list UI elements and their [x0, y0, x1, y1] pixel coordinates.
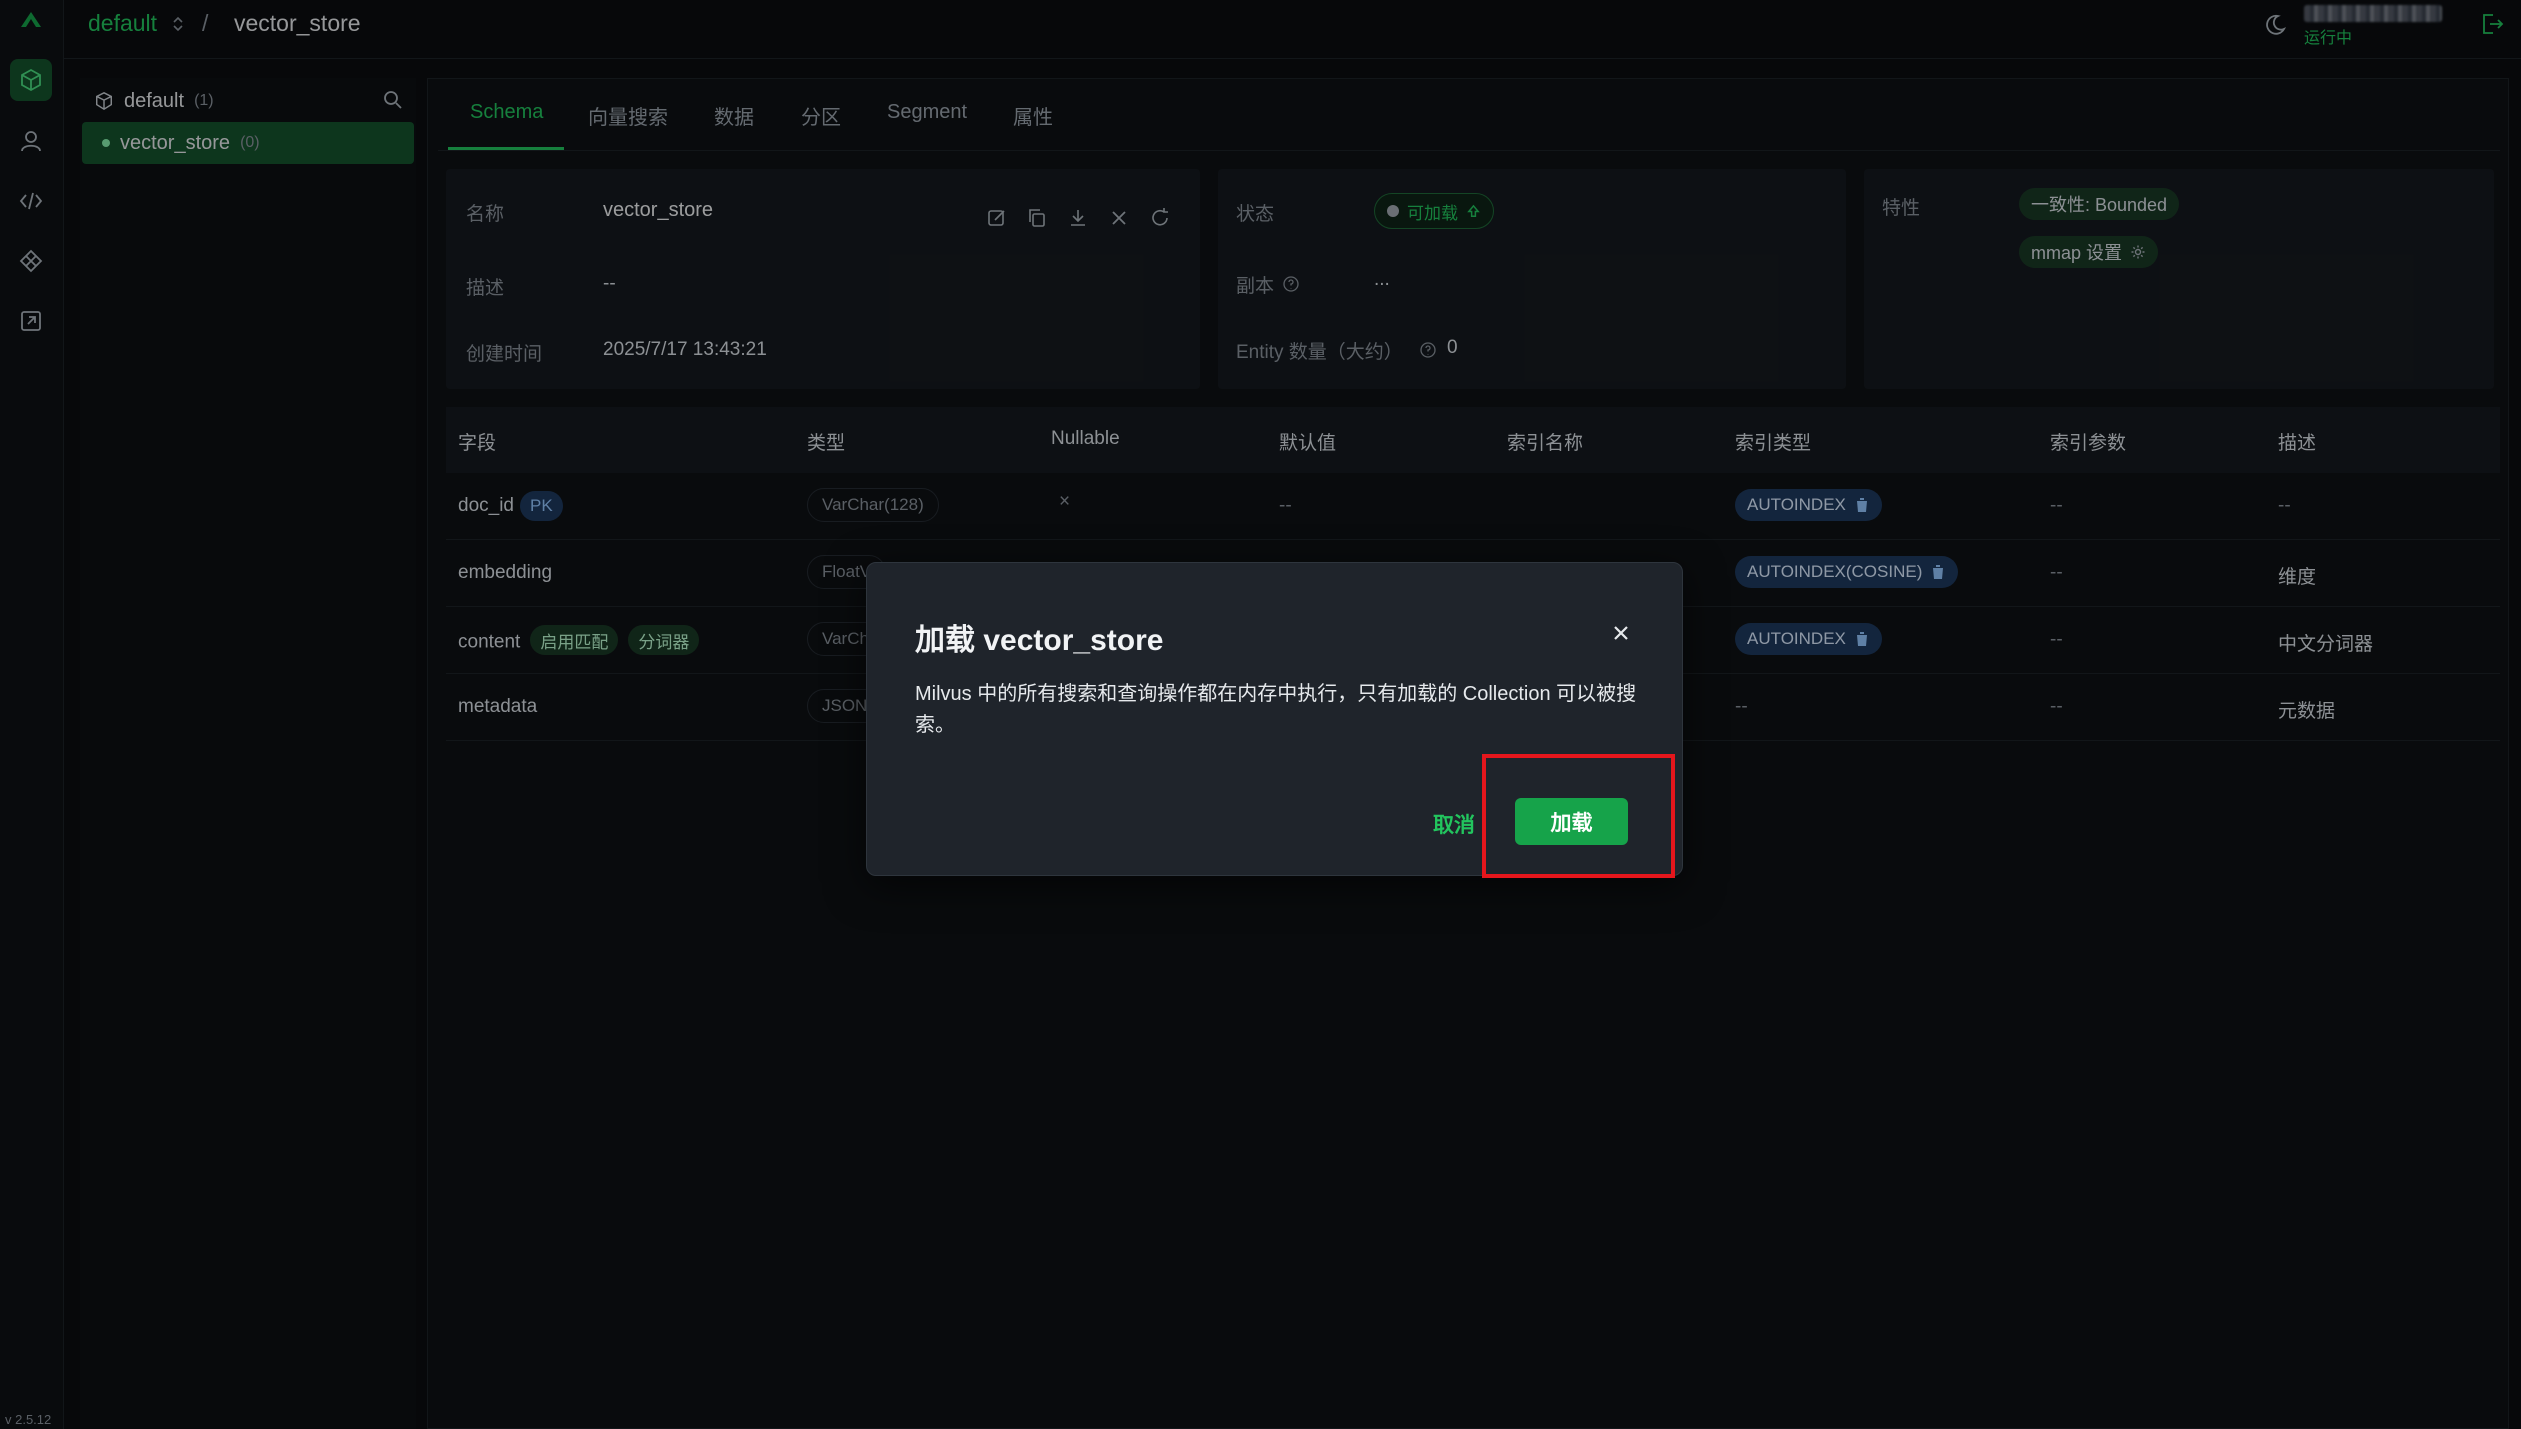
close-icon[interactable]: [1607, 619, 1635, 647]
highlight-box: [1482, 754, 1675, 878]
cancel-button[interactable]: 取消: [1433, 809, 1475, 839]
dialog-message: Milvus 中的所有搜索和查询操作都在内存中执行，只有加载的 Collecti…: [915, 683, 1637, 736]
dialog-title: 加载 vector_store: [915, 624, 1164, 657]
